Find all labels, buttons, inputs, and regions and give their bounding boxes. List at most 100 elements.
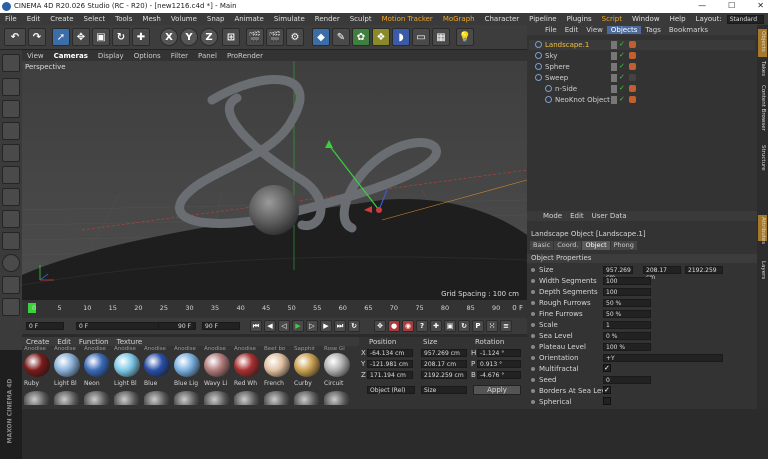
menu-sculpt[interactable]: Sculpt (345, 15, 377, 23)
material-swatch[interactable] (204, 353, 230, 377)
property-value-field[interactable]: 100 % (603, 343, 651, 351)
z-axis-icon[interactable]: Z (200, 28, 218, 46)
menu-mesh[interactable]: Mesh (137, 15, 165, 23)
menu-window[interactable]: Window (627, 15, 665, 23)
material-swatch[interactable] (144, 353, 170, 377)
param-key-icon[interactable]: P (472, 320, 484, 332)
viewport-3d[interactable]: View Cameras Display Options Filter Pane… (22, 50, 527, 300)
render-picture-viewer-icon[interactable]: 🎬 (266, 28, 284, 46)
anim-key-dot-icon[interactable] (531, 389, 535, 393)
preview-end-field[interactable]: 90 F (158, 322, 194, 330)
coord-size-field[interactable]: 208.17 cm (421, 360, 467, 368)
coord-size-mode-select[interactable]: Size (421, 386, 467, 394)
move-icon[interactable]: ✥ (72, 28, 90, 46)
timeline-menu-icon[interactable]: ≡ (500, 320, 512, 332)
object-list-item[interactable]: Landscape.1 ✓ (529, 40, 755, 50)
visibility-dots-icon[interactable] (611, 85, 617, 93)
cube-icon[interactable]: ◆ (312, 28, 330, 46)
mat-menu-texture[interactable]: Texture (113, 338, 147, 346)
minimize-icon[interactable]: — (698, 1, 706, 10)
material-tag-icon[interactable] (629, 96, 636, 103)
material-label[interactable]: Circuit (324, 380, 352, 387)
render-view-icon[interactable]: 🎬 (246, 28, 264, 46)
undo-icon[interactable]: ↶ (4, 28, 26, 46)
start-frame-field[interactable]: 0 F (26, 322, 64, 330)
recent-tool-icon[interactable]: ✚ (132, 28, 150, 46)
object-name[interactable]: Sphere (545, 63, 570, 71)
menu-edit[interactable]: Edit (22, 15, 46, 23)
x-axis-icon[interactable]: X (160, 28, 178, 46)
object-list-item[interactable]: NeoKnot Object ✓ (529, 95, 755, 105)
material-swatch[interactable] (54, 353, 80, 377)
y-axis-icon[interactable]: Y (180, 28, 198, 46)
material-tag-icon[interactable] (629, 85, 636, 92)
dock-tab-content-browser[interactable]: Content Browser (760, 85, 766, 131)
material-swatch[interactable] (114, 353, 140, 377)
material-swatch-row2[interactable] (204, 391, 230, 405)
property-value-field[interactable]: 100 (603, 277, 651, 285)
obj-menu-file[interactable]: File (541, 26, 561, 34)
object-name[interactable]: Landscape.1 (545, 41, 589, 49)
menu-select[interactable]: Select (79, 15, 111, 23)
scale-key-icon[interactable]: ▣ (444, 320, 456, 332)
prev-key-icon[interactable]: ◀ (264, 320, 276, 332)
maximize-icon[interactable]: ☐ (728, 1, 735, 10)
vp-menu-panel[interactable]: Panel (193, 52, 222, 60)
obj-menu-view[interactable]: View (582, 26, 607, 34)
property-checkbox[interactable]: ✓ (603, 386, 611, 394)
tweak-mode-icon[interactable] (2, 232, 20, 250)
visibility-dots-icon[interactable] (611, 52, 617, 60)
material-label[interactable]: Ruby (24, 380, 52, 387)
menu-volume[interactable]: Volume (166, 15, 202, 23)
texture-mode-icon[interactable] (2, 100, 20, 118)
property-checkbox[interactable] (603, 397, 611, 405)
render-settings-icon[interactable]: ⚙ (286, 28, 304, 46)
visibility-dots-icon[interactable] (611, 63, 617, 71)
coordinate-system-icon[interactable]: ⊞ (222, 28, 240, 46)
menu-pipeline[interactable]: Pipeline (524, 15, 561, 23)
vp-menu-display[interactable]: Display (93, 52, 129, 60)
menu-help[interactable]: Help (665, 15, 691, 23)
lock-workplane-icon[interactable] (2, 276, 20, 294)
end-frame-field[interactable]: 90 F (202, 322, 240, 330)
material-swatch[interactable] (294, 353, 320, 377)
menu-render[interactable]: Render (310, 15, 345, 23)
property-value-field[interactable]: 0 % (603, 332, 651, 340)
material-swatch-row2[interactable] (234, 391, 260, 405)
coord-mode-select[interactable]: Object (Rel) (367, 386, 415, 394)
close-icon[interactable]: ✕ (757, 1, 764, 10)
material-swatch[interactable] (174, 353, 200, 377)
object-list-item[interactable]: n-Side ✓ (529, 84, 755, 94)
menu-simulate[interactable]: Simulate (269, 15, 310, 23)
next-frame-icon[interactable]: ▷ (306, 320, 318, 332)
dock-tab-takes[interactable]: Takes (760, 61, 766, 76)
material-label[interactable]: Blue (144, 380, 172, 387)
anim-key-dot-icon[interactable] (531, 301, 535, 305)
attr-menu-mode[interactable]: Mode (539, 212, 566, 220)
visibility-dots-icon[interactable] (611, 96, 617, 104)
menu-character[interactable]: Character (480, 15, 525, 23)
floor-icon[interactable]: ▭ (412, 28, 430, 46)
coord-position-field[interactable]: -121.981 cm (367, 360, 413, 368)
menu-mograph[interactable]: MoGraph (438, 15, 480, 23)
anim-key-dot-icon[interactable] (531, 323, 535, 327)
material-swatch[interactable] (264, 353, 290, 377)
vp-menu-prorender[interactable]: ProRender (222, 52, 268, 60)
material-label[interactable]: Light Bl (114, 380, 142, 387)
menu-snap[interactable]: Snap (202, 15, 230, 23)
vp-menu-options[interactable]: Options (129, 52, 166, 60)
goto-start-icon[interactable]: ⏮ (250, 320, 262, 332)
material-tag-icon[interactable] (629, 52, 636, 59)
apply-button[interactable]: Apply (473, 385, 521, 395)
loop-icon[interactable]: ↻ (348, 320, 360, 332)
coord-rotation-field[interactable]: 0.913 ° (477, 360, 521, 368)
material-label[interactable]: Wavy Li (204, 380, 232, 387)
property-checkbox[interactable]: ✓ (603, 364, 611, 372)
property-value-field[interactable]: 957.269 cm (603, 266, 633, 281)
dock-tab-layers[interactable]: Layers (760, 261, 766, 279)
object-list-item[interactable]: Sphere ✓ (529, 62, 755, 72)
object-list-item[interactable]: Sky ✓ (529, 51, 755, 61)
anim-key-dot-icon[interactable] (531, 268, 535, 272)
coord-rotation-field[interactable]: -1.124 ° (477, 349, 521, 357)
property-value-field-y[interactable]: 208.17 cm (643, 266, 681, 281)
